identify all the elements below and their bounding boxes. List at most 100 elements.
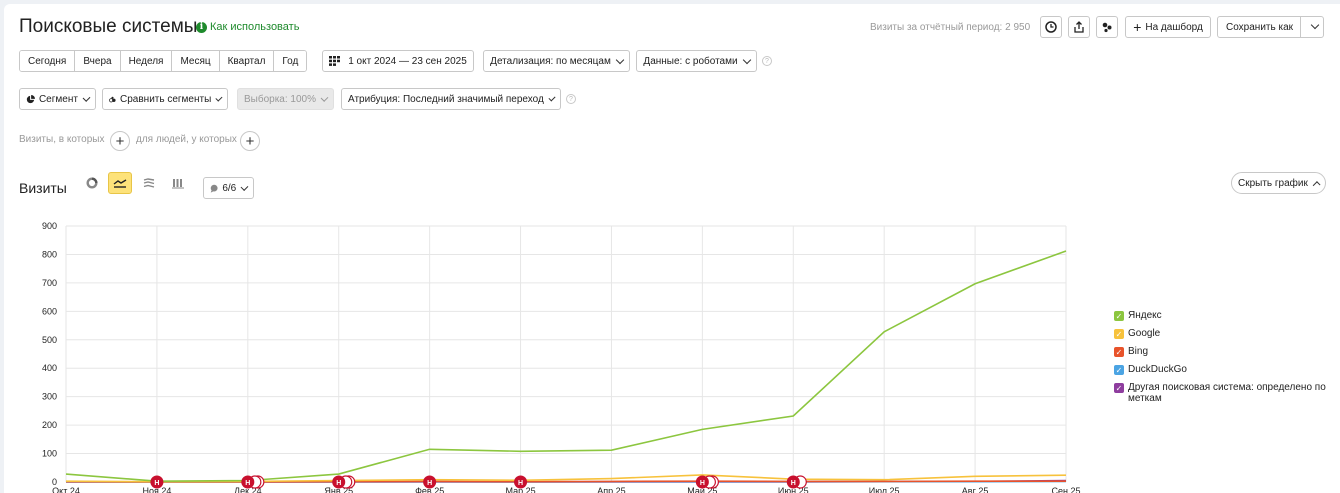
- divider: [1300, 17, 1301, 37]
- hide-chart-button[interactable]: Скрыть график: [1231, 172, 1326, 194]
- sample-dropdown: Выборка: 100%: [237, 88, 334, 110]
- annotations-dropdown[interactable]: 6/6: [203, 177, 254, 199]
- date-range-label: 1 окт 2024 — 23 сен 2025: [348, 55, 467, 67]
- checkbox-icon: ✓: [1114, 383, 1124, 393]
- add-to-dashboard-label: На дашборд: [1145, 21, 1203, 33]
- segment-dropdown[interactable]: Сегмент: [19, 88, 96, 110]
- checkbox-icon: ✓: [1114, 311, 1124, 321]
- checkbox-icon: ✓: [1114, 365, 1124, 375]
- y-tick-label: 800: [42, 249, 57, 259]
- annotation-letter: Н: [700, 480, 705, 487]
- export-button[interactable]: [1068, 16, 1090, 38]
- period-today[interactable]: Сегодня: [20, 51, 76, 71]
- period-quarter[interactable]: Квартал: [219, 51, 275, 71]
- chevron-down-icon: [548, 93, 556, 102]
- chevron-down-icon: [240, 182, 249, 191]
- checkbox-icon: ✓: [1114, 347, 1124, 357]
- period-selector: Сегодня Вчера Неделя Месяц Квартал Год: [19, 50, 308, 72]
- detail-dropdown[interactable]: Детализация: по месяцам: [483, 50, 630, 72]
- annotation-letter: Н: [518, 480, 523, 487]
- chart-type-pie-button[interactable]: [80, 172, 104, 194]
- report-panel: Поисковые системы i Как использовать Виз…: [4, 4, 1340, 493]
- line-chart-icon: [113, 179, 127, 188]
- period-month[interactable]: Месяц: [172, 51, 220, 71]
- plus-icon: +: [115, 132, 125, 150]
- compare-segments-dropdown[interactable]: Сравнить сегменты: [102, 88, 228, 110]
- chevron-down-icon: [1310, 20, 1320, 30]
- legend-item-google[interactable]: ✓ Google: [1114, 328, 1326, 339]
- period-week[interactable]: Неделя: [120, 51, 173, 71]
- help-icon[interactable]: ?: [566, 94, 576, 104]
- legend-label: Яндекс: [1128, 310, 1162, 321]
- visits-condition-label: Визиты, в которых: [19, 134, 105, 145]
- donut-icon: [86, 177, 98, 189]
- legend-label: DuckDuckGo: [1128, 364, 1187, 375]
- clock-icon: [1045, 21, 1057, 33]
- legend-label: Google: [1128, 328, 1161, 339]
- annotation-letter: Н: [245, 480, 250, 487]
- period-year[interactable]: Год: [274, 51, 307, 71]
- add-to-dashboard-button[interactable]: + На дашборд: [1125, 16, 1211, 38]
- legend-item-bing[interactable]: ✓ Bing: [1114, 346, 1326, 357]
- hide-chart-label: Скрыть график: [1238, 177, 1308, 189]
- chart-type-bar-button[interactable]: [166, 172, 190, 194]
- y-tick-label: 900: [42, 221, 57, 231]
- legend-item-duckduckgo[interactable]: ✓ DuckDuckGo: [1114, 364, 1326, 375]
- legend-label: Другая поисковая система: определено по …: [1128, 382, 1326, 404]
- info-icon: i: [196, 21, 207, 33]
- share-icon: [1074, 21, 1084, 33]
- comment-icon: [210, 184, 218, 193]
- howto-label: Как использовать: [210, 21, 300, 33]
- annotation-letter: Н: [336, 480, 341, 487]
- detail-label: Детализация: по месяцам: [490, 55, 611, 67]
- compare-segments-label: Сравнить сегменты: [120, 93, 212, 105]
- annotation-letter: Н: [154, 480, 159, 487]
- plus-icon: +: [245, 132, 255, 150]
- page-title: Поисковые системы: [19, 16, 198, 37]
- chart-legend: ✓ Яндекс ✓ Google ✓ Bing ✓ DuckDuckGo ✓ …: [1114, 310, 1326, 411]
- stacked-area-icon: [143, 178, 155, 188]
- line-chart: 0100200300400500600700800900Окт 24 Ноя 24…: [42, 221, 1081, 493]
- pie-icon: [26, 94, 35, 103]
- legend-item-other[interactable]: ✓ Другая поисковая система: определено п…: [1114, 382, 1326, 404]
- chart-type-line-button[interactable]: [108, 172, 132, 194]
- attribution-dropdown[interactable]: Атрибуция: Последний значимый переход: [341, 88, 561, 110]
- y-tick-label: 400: [42, 363, 57, 373]
- period-yesterday[interactable]: Вчера: [75, 51, 121, 71]
- legend-item-yandex[interactable]: ✓ Яндекс: [1114, 310, 1326, 321]
- dots-icon: [1102, 22, 1112, 33]
- add-people-condition-button[interactable]: +: [240, 131, 260, 151]
- sample-label: Выборка: 100%: [244, 93, 316, 105]
- attribution-label: Атрибуция: Последний значимый переход: [348, 93, 544, 105]
- data-robots-label: Данные: с роботами: [643, 55, 738, 67]
- chevron-up-icon: [1312, 180, 1321, 189]
- checkbox-icon: ✓: [1114, 329, 1124, 339]
- date-range-button[interactable]: 1 окт 2024 — 23 сен 2025: [322, 50, 474, 72]
- chevron-down-icon: [742, 55, 751, 64]
- x-tick-label: Сен 25: [1052, 486, 1081, 493]
- series-line: [65, 250, 1067, 482]
- history-button[interactable]: [1040, 16, 1062, 38]
- chevron-down-icon: [215, 94, 223, 101]
- howto-link[interactable]: i Как использовать: [196, 21, 299, 33]
- chart-type-area-button[interactable]: [137, 172, 161, 194]
- x-tick-label: Апр 25: [597, 486, 625, 493]
- save-as-button[interactable]: Сохранить как: [1217, 16, 1324, 38]
- y-tick-label: 700: [42, 278, 57, 288]
- y-tick-label: 100: [42, 449, 57, 459]
- data-robots-dropdown[interactable]: Данные: с роботами: [636, 50, 757, 72]
- people-condition-label: для людей, у которых: [136, 134, 237, 145]
- compare-icon: [109, 96, 116, 102]
- api-button[interactable]: [1096, 16, 1118, 38]
- help-icon[interactable]: ?: [762, 56, 772, 66]
- chevron-down-icon: [615, 55, 625, 64]
- annotation-letter: Н: [791, 480, 796, 487]
- save-as-label: Сохранить как: [1226, 21, 1294, 33]
- add-visit-condition-button[interactable]: +: [110, 131, 130, 151]
- x-tick-label: Июл 25: [869, 486, 900, 493]
- y-tick-label: 600: [42, 306, 57, 316]
- chevron-down-icon: [320, 93, 329, 102]
- y-tick-label: 300: [42, 392, 57, 402]
- bar-chart-icon: [172, 179, 184, 189]
- x-tick-label: Окт 24: [52, 486, 80, 493]
